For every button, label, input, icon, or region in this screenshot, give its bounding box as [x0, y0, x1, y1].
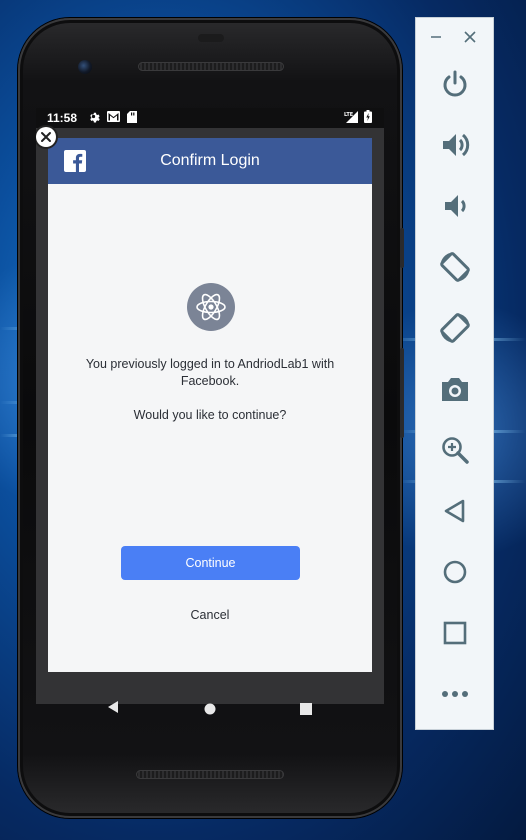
message-text: You previously logged in to AndriodLab1 … — [78, 356, 342, 390]
status-time: 11:58 — [47, 111, 78, 125]
minimize-icon[interactable] — [430, 30, 442, 48]
volume-up-icon[interactable] — [435, 125, 475, 165]
power-icon[interactable] — [435, 64, 475, 104]
close-icon[interactable] — [36, 127, 56, 147]
continue-button[interactable]: Continue — [121, 546, 300, 580]
front-camera — [78, 60, 92, 74]
rotate-right-icon[interactable] — [435, 308, 475, 348]
zoom-icon[interactable] — [435, 430, 475, 470]
home-circle-icon[interactable] — [204, 702, 216, 720]
phone-screen: 11:58 LTE Confirm Login You previously l… — [36, 108, 384, 704]
message-line-2: Facebook. — [180, 374, 240, 388]
back-icon[interactable] — [435, 491, 475, 531]
sd-card-icon — [127, 110, 137, 126]
confirm-login-dialog: Confirm Login You previously logged in t… — [48, 138, 372, 672]
camera-icon[interactable] — [435, 369, 475, 409]
svg-text:LTE: LTE — [344, 112, 354, 118]
lte-signal-icon: LTE — [344, 110, 358, 126]
overview-square-icon[interactable] — [300, 702, 312, 720]
question-text: Would you like to continue? — [133, 408, 287, 422]
status-bar: 11:58 LTE — [36, 108, 384, 128]
settings-gear-icon — [87, 110, 100, 126]
react-atom-icon — [187, 283, 235, 331]
phone-frame: 11:58 LTE Confirm Login You previously l… — [18, 18, 404, 818]
back-triangle-icon[interactable] — [106, 700, 120, 719]
more-icon[interactable] — [435, 674, 475, 714]
cancel-button[interactable]: Cancel — [160, 608, 260, 622]
rotate-left-icon[interactable] — [435, 247, 475, 287]
earpiece-speaker — [138, 62, 284, 71]
proximity-sensor — [198, 34, 224, 42]
side-button — [400, 228, 404, 268]
bottom-speaker — [136, 770, 284, 779]
dialog-title: Confirm Login — [160, 152, 260, 169]
toolbar-window-controls — [416, 18, 493, 58]
side-button — [400, 348, 404, 438]
overview-icon[interactable] — [435, 613, 475, 653]
dialog-header: Confirm Login — [48, 138, 372, 184]
emulator-toolbar — [416, 18, 493, 729]
home-icon[interactable] — [435, 552, 475, 592]
battery-charging-icon — [364, 110, 372, 126]
gmail-icon — [107, 111, 120, 125]
volume-down-icon[interactable] — [435, 186, 475, 226]
message-line-1: You previously logged in to AndriodLab1 … — [85, 357, 335, 371]
close-window-icon[interactable] — [464, 30, 476, 48]
